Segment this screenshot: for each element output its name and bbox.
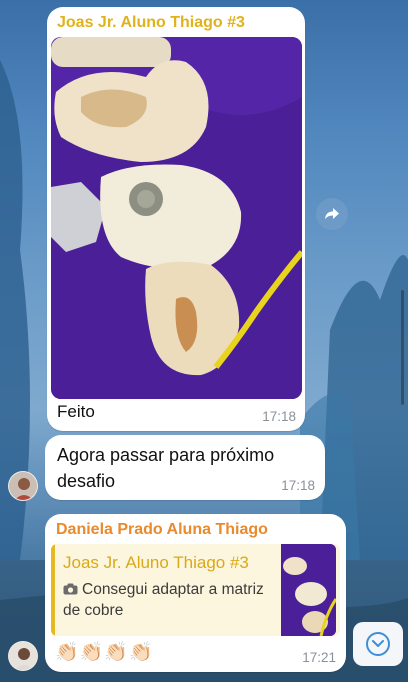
chevron-down-icon: [366, 632, 390, 656]
message-time: 17:21: [302, 650, 336, 665]
camera-icon: [63, 583, 78, 595]
reply-quote[interactable]: Joas Jr. Aluno Thiago #3 Consegui adapta…: [51, 544, 340, 636]
emoji-reaction: 👏🏻👏🏻👏🏻👏🏻: [55, 642, 154, 663]
forward-arrow-icon: [325, 208, 339, 220]
reply-text: Consegui adaptar a matriz de cobre: [63, 581, 264, 619]
message-time: 17:18: [262, 409, 296, 424]
message-bubble-text[interactable]: Agora passar para próximo desafio 17:18: [45, 435, 325, 500]
reply-sender-name: Joas Jr. Aluno Thiago #3: [63, 553, 249, 572]
sender-name[interactable]: Daniela Prado Aluna Thiago: [56, 521, 268, 539]
avatar[interactable]: [8, 471, 38, 501]
reply-thumbnail: [281, 544, 336, 636]
message-photo[interactable]: [51, 37, 302, 399]
message-bubble-reply[interactable]: Daniela Prado Aluna Thiago Joas Jr. Alun…: [45, 514, 346, 672]
reply-accent-bar: [51, 544, 55, 636]
message-bubble-photo[interactable]: Joas Jr. Aluno Thiago #3 Feito 17:18: [47, 7, 305, 431]
forward-button[interactable]: [316, 198, 348, 230]
sender-name[interactable]: Joas Jr. Aluno Thiago #3: [57, 14, 245, 32]
scroll-to-bottom-button[interactable]: [353, 622, 403, 666]
message-time: 17:18: [281, 478, 315, 493]
reply-text-wrapper: Consegui adaptar a matriz de cobre: [63, 579, 278, 621]
scrollbar[interactable]: [401, 290, 404, 405]
message-text: Agora passar para próximo desafio: [57, 445, 275, 491]
avatar[interactable]: [8, 641, 38, 671]
message-caption: Feito: [57, 402, 95, 421]
